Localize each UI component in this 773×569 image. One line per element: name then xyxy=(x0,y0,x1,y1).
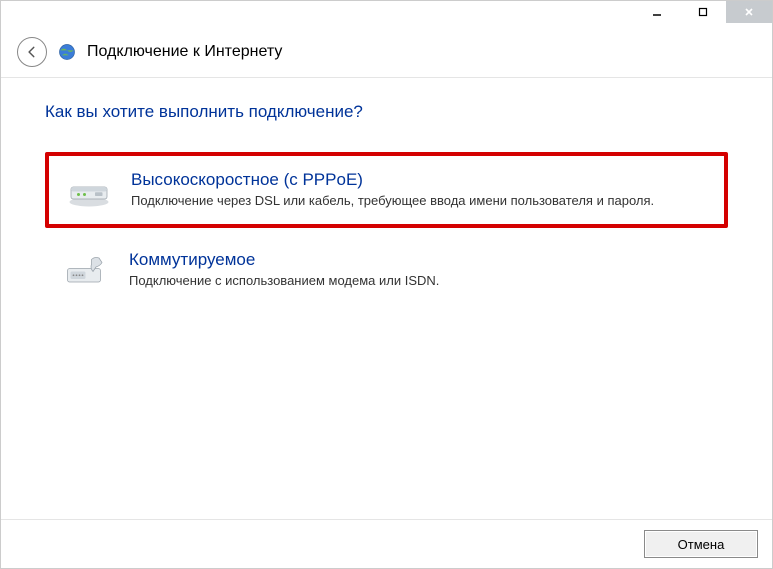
cancel-button[interactable]: Отмена xyxy=(644,530,758,558)
close-button[interactable] xyxy=(726,1,772,23)
option-description: Подключение через DSL или кабель, требую… xyxy=(131,192,654,210)
wizard-body: Как вы хотите выполнить подключение? Выс… xyxy=(1,78,772,519)
option-title: Коммутируемое xyxy=(129,250,439,270)
minimize-button[interactable] xyxy=(634,1,680,23)
footer: Отмена xyxy=(1,519,772,568)
back-button[interactable] xyxy=(17,37,47,67)
wizard-title: Подключение к Интернету xyxy=(87,43,282,61)
phone-modem-icon xyxy=(63,250,111,290)
option-text: Высокоскоростное (с PPPoE) Подключение ч… xyxy=(131,170,654,210)
globe-icon xyxy=(57,42,77,62)
option-description: Подключение с использованием модема или … xyxy=(129,272,439,290)
option-text: Коммутируемое Подключение с использовани… xyxy=(129,250,439,290)
header: Подключение к Интернету xyxy=(1,31,772,78)
question-heading: Как вы хотите выполнить подключение? xyxy=(45,102,728,122)
maximize-button[interactable] xyxy=(680,1,726,23)
modem-icon xyxy=(65,170,113,210)
option-dialup[interactable]: Коммутируемое Подключение с использовани… xyxy=(45,234,728,306)
wizard-window: Подключение к Интернету Как вы хотите вы… xyxy=(0,0,773,569)
titlebar xyxy=(1,1,772,31)
option-title: Высокоскоростное (с PPPoE) xyxy=(131,170,654,190)
option-pppoe[interactable]: Высокоскоростное (с PPPoE) Подключение ч… xyxy=(45,152,728,228)
